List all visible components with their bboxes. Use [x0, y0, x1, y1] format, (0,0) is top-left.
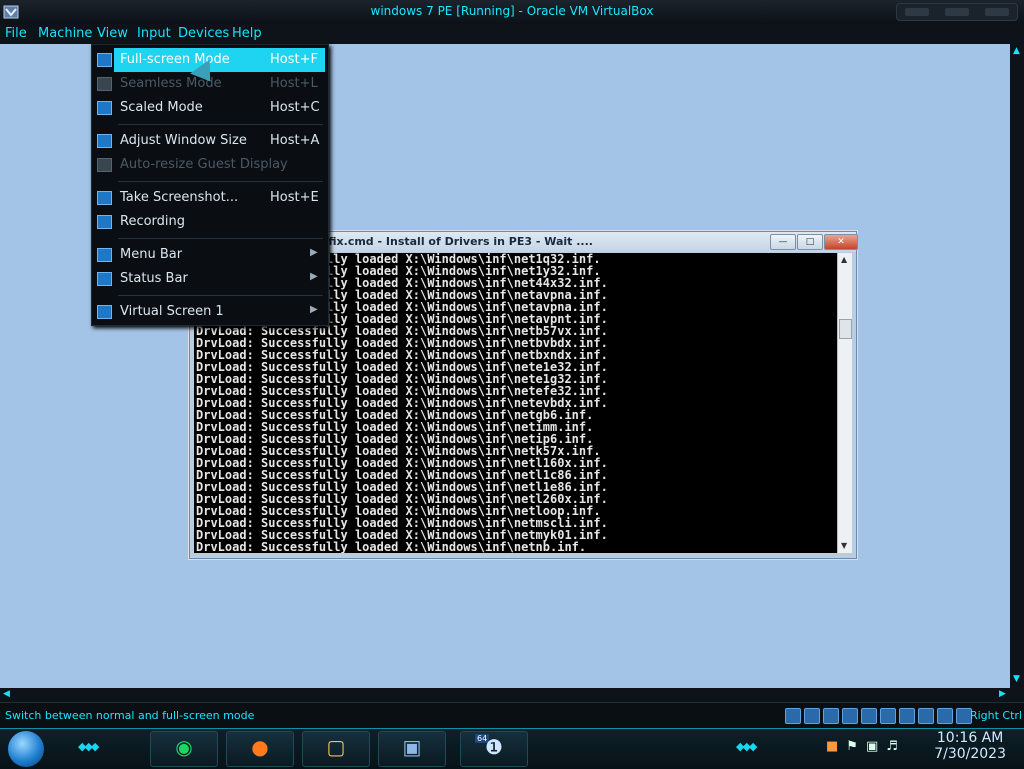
menu-item-adjust-window-size[interactable]: Adjust Window Size Host+A — [92, 129, 328, 153]
vm-vertical-scrollbar[interactable]: ▲ ▼ — [1010, 44, 1024, 688]
taskbar-decoration-icon: ◆◆◆ — [736, 740, 757, 753]
flag-icon[interactable]: ⚑ — [846, 739, 858, 754]
menu-view[interactable]: View — [97, 26, 128, 41]
minimize-button[interactable] — [905, 8, 929, 16]
status-message: Switch between normal and full-screen mo… — [5, 709, 255, 722]
console-scroll-thumb[interactable] — [839, 319, 852, 339]
menu-item-scaled-mode[interactable]: Scaled Mode Host+C — [92, 96, 328, 120]
cmd-close-button[interactable]: ✕ — [824, 234, 858, 250]
console-line: DrvLoad: Successfully loaded X:\Windows\… — [196, 540, 587, 553]
usb-icon[interactable] — [842, 708, 858, 724]
window-title: windows 7 PE [Running] - Oracle VM Virtu… — [370, 4, 654, 18]
taskbar-decoration-icon: ◆◆◆ — [78, 740, 99, 753]
scroll-up-icon[interactable]: ▲ — [1013, 46, 1020, 56]
taskbar-win7-pe-vm[interactable]: 64 ❶ — [460, 731, 528, 767]
maximize-button[interactable] — [945, 8, 969, 16]
menu-bar: File Machine View Input Devices Help — [0, 24, 1024, 44]
clock-time: 10:16 AM — [936, 730, 1004, 746]
submenu-arrow-icon: ▶ — [310, 271, 318, 282]
menu-separator — [118, 295, 323, 296]
host-key-label: Right Ctrl — [969, 709, 1022, 722]
scroll-up-icon[interactable]: ▲ — [841, 255, 847, 264]
camera-icon — [97, 191, 112, 205]
virtual-screen-icon — [97, 305, 112, 319]
host-taskbar: ◆◆◆ ◉ ● ▢ ▣ 64 ❶ ◆◆◆ ■ ⚑ ▣ ♬ 10:16 AM 7/… — [0, 728, 1024, 769]
folder-icon: ▢ — [326, 735, 346, 759]
menu-item-auto-resize-guest-display[interactable]: Auto-resize Guest Display — [92, 153, 328, 177]
menu-item-take-screenshot[interactable]: Take Screenshot... Host+E — [92, 186, 328, 210]
clock-date: 7/30/2023 — [934, 746, 1006, 762]
menu-item-status-bar[interactable]: Status Bar ▶ — [92, 267, 328, 291]
status-bar-icon — [97, 272, 112, 286]
menu-devices[interactable]: Devices — [178, 26, 229, 41]
start-button[interactable] — [8, 731, 44, 767]
audio-icon[interactable] — [804, 708, 820, 724]
vm-device-indicators — [785, 708, 972, 724]
menu-item-full-screen-mode[interactable]: Full-screen Mode Host+F — [114, 48, 325, 72]
menu-separator — [118, 124, 323, 125]
virtualbox-icon: ▣ — [402, 735, 422, 759]
taskbar-spotify[interactable]: ◉ — [150, 731, 218, 767]
cmd-maximize-button[interactable]: □ — [797, 234, 823, 250]
adjust-window-icon — [97, 134, 112, 148]
optical-drive-icon[interactable] — [785, 708, 801, 724]
window-titlebar[interactable]: windows 7 PE [Running] - Oracle VM Virtu… — [0, 0, 1024, 25]
scroll-down-icon[interactable]: ▼ — [1013, 674, 1020, 684]
seamless-icon — [97, 77, 112, 91]
submenu-arrow-icon: ▶ — [310, 304, 318, 315]
menu-item-menu-bar[interactable]: Menu Bar ▶ — [92, 243, 328, 267]
window-caption-buttons[interactable] — [896, 3, 1018, 21]
menu-file[interactable]: File — [5, 26, 27, 41]
submenu-arrow-icon: ▶ — [310, 247, 318, 258]
taskbar-clock[interactable]: 10:16 AM 7/30/2023 — [934, 730, 1006, 762]
cmd-title: er_fix.cmd - Install of Drivers in PE3 -… — [310, 235, 593, 248]
menu-separator — [118, 181, 323, 182]
menu-input[interactable]: Input — [137, 26, 171, 41]
network-tray-icon[interactable]: ▣ — [866, 739, 878, 754]
scaled-mode-icon — [97, 101, 112, 115]
menu-help[interactable]: Help — [232, 26, 262, 41]
auto-resize-icon — [97, 158, 112, 172]
firefox-icon: ● — [251, 735, 269, 759]
taskbar-virtualbox[interactable]: ▣ — [378, 731, 446, 767]
cpu-icon[interactable] — [918, 708, 934, 724]
console-scrollbar[interactable]: ▲ ▼ — [837, 253, 852, 553]
view-menu-dropdown: Full-screen Mode Host+F Seamless Mode Ho… — [91, 44, 329, 326]
vm-horizontal-scrollbar[interactable]: ◀ ▶ — [0, 688, 1024, 702]
fullscreen-icon — [97, 53, 112, 67]
menu-bar-icon — [97, 248, 112, 262]
shared-folders-icon[interactable] — [861, 708, 877, 724]
scroll-down-icon[interactable]: ▼ — [841, 541, 847, 550]
menu-item-recording[interactable]: Recording — [92, 210, 328, 234]
menu-separator — [118, 238, 323, 239]
system-tray: ■ ⚑ ▣ ♬ — [826, 739, 898, 754]
recording-indicator-icon[interactable] — [899, 708, 915, 724]
menu-item-virtual-screen-1[interactable]: Virtual Screen 1 ▶ — [92, 300, 328, 324]
volume-icon[interactable]: ♬ — [886, 739, 898, 754]
windows7-vm-icon: ❶ — [485, 735, 503, 759]
status-bar: Switch between normal and full-screen mo… — [0, 702, 1024, 729]
taskbar-file-explorer[interactable]: ▢ — [302, 731, 370, 767]
menu-machine[interactable]: Machine — [38, 26, 92, 41]
taskbar-firefox[interactable]: ● — [226, 731, 294, 767]
spotify-icon: ◉ — [175, 735, 193, 759]
display-icon[interactable] — [880, 708, 896, 724]
mouse-integration-icon[interactable] — [937, 708, 953, 724]
recording-icon — [97, 215, 112, 229]
scroll-left-icon[interactable]: ◀ — [3, 689, 10, 699]
cmd-minimize-button[interactable]: — — [770, 234, 796, 250]
scroll-right-icon[interactable]: ▶ — [999, 689, 1006, 699]
tray-app-icon[interactable]: ■ — [826, 739, 838, 754]
close-button[interactable] — [985, 8, 1009, 16]
network-icon[interactable] — [823, 708, 839, 724]
